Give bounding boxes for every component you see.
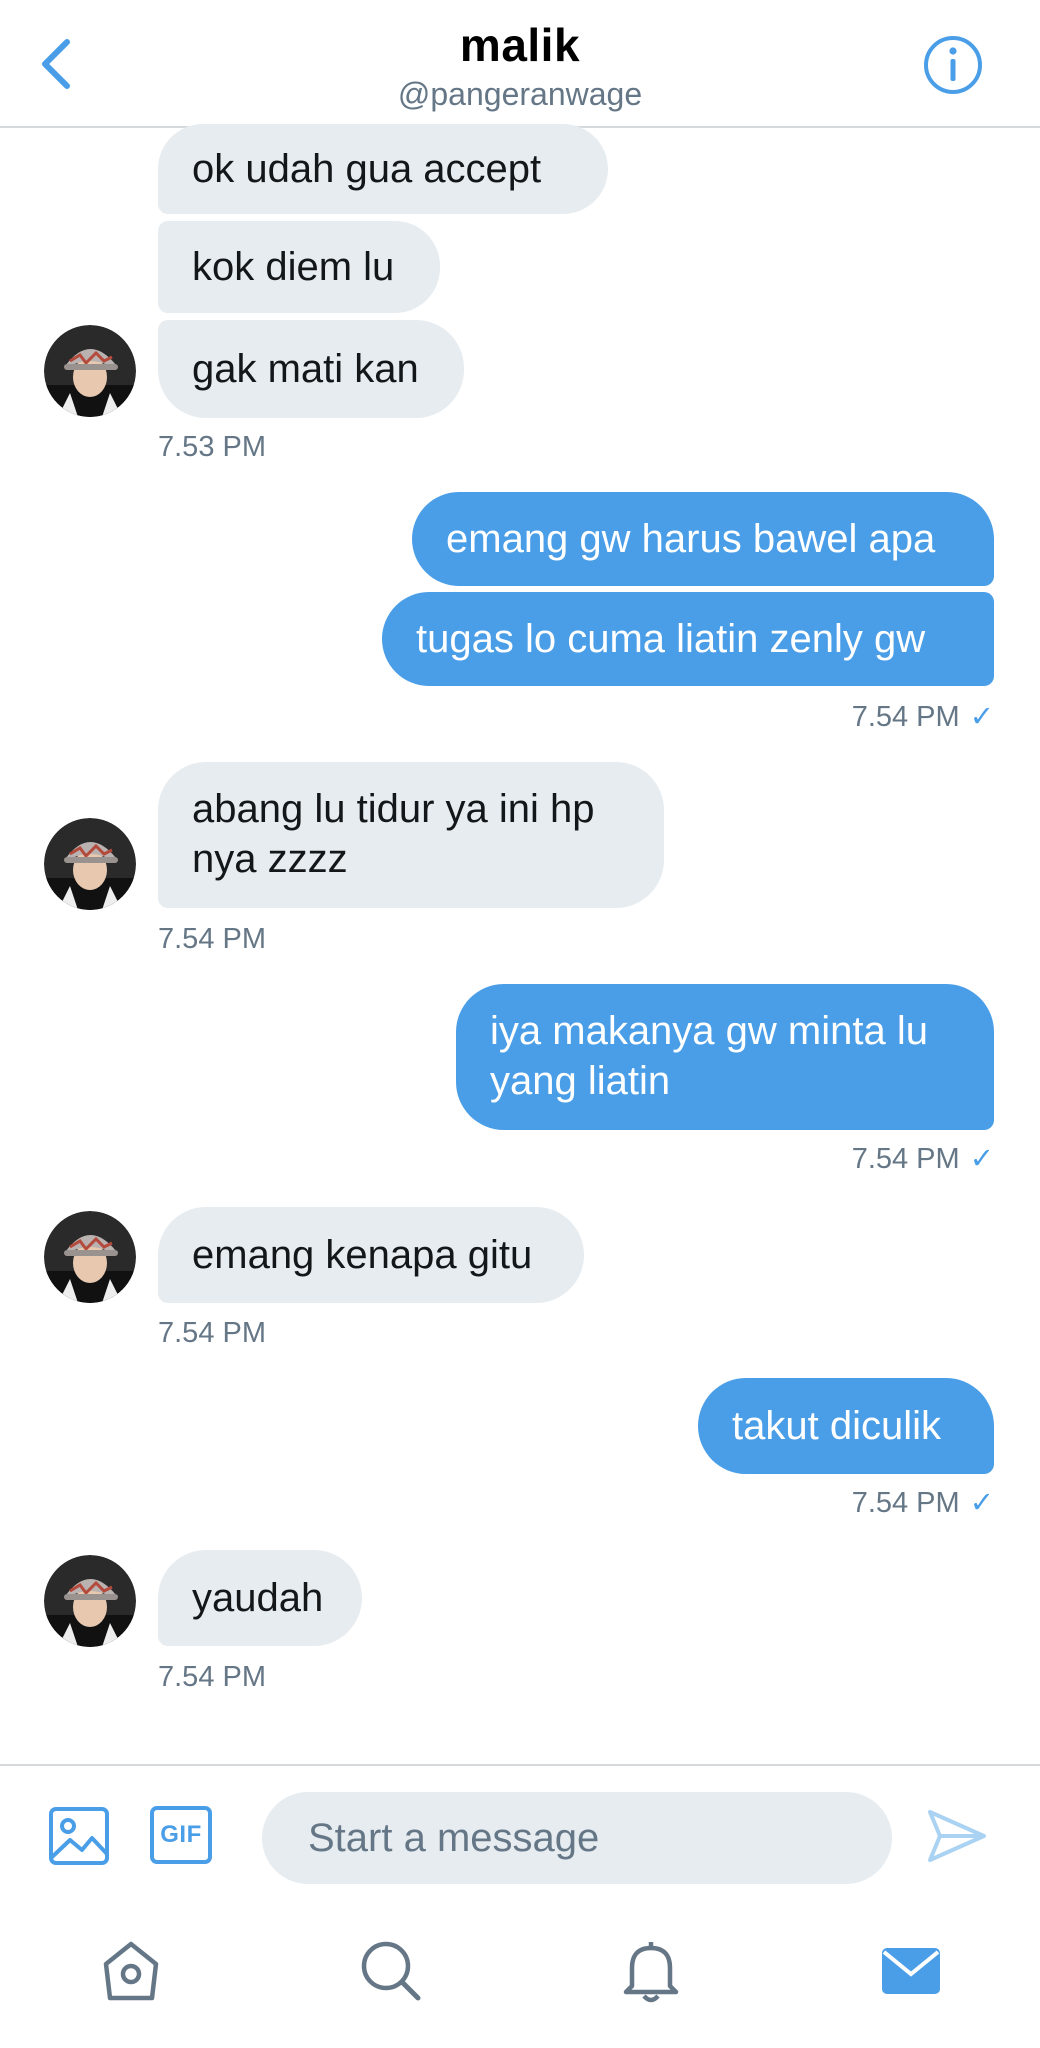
message-timestamp: 7.54 PM ✓	[851, 701, 994, 733]
send-icon[interactable]	[926, 1808, 988, 1864]
message-bubble-incoming[interactable]: kok diem lu	[158, 221, 440, 313]
message-bubble-outgoing[interactable]: emang gw harus bawel apa	[412, 492, 994, 586]
message-text: emang gw harus bawel apa	[446, 517, 936, 561]
message-timestamp: 7.54 PM	[158, 923, 266, 955]
message-bubble-incoming[interactable]: yaudah	[158, 1550, 362, 1646]
bottom-tab-bar	[0, 1900, 1040, 2048]
conversation-title-block[interactable]: malik @pangeranwage	[0, 18, 1040, 114]
message-bubble-incoming[interactable]: abang lu tidur ya ini hp nya zzzz	[158, 762, 664, 908]
message-text-line: nya zzzz	[192, 837, 348, 881]
message-text: kok diem lu	[192, 245, 395, 289]
message-timestamp: 7.54 PM	[158, 1317, 266, 1349]
info-icon[interactable]	[922, 34, 984, 96]
message-bubble-outgoing[interactable]: iya makanya gw minta lu yang liatin	[456, 984, 994, 1130]
sent-check-icon: ✓	[969, 1487, 994, 1519]
message-timestamp: 7.54 PM ✓	[851, 1487, 994, 1519]
message-bubble-incoming[interactable]: gak mati kan	[158, 320, 464, 418]
message-timestamp: 7.53 PM	[158, 431, 266, 463]
message-bubble-outgoing[interactable]: tugas lo cuma liatin zenly gw	[382, 592, 994, 686]
message-text-line: iya makanya gw minta lu	[490, 1009, 928, 1053]
avatar-image	[44, 818, 136, 910]
image-icon[interactable]	[48, 1806, 110, 1866]
avatar[interactable]	[44, 818, 136, 910]
message-text: gak mati kan	[192, 347, 419, 391]
gif-button[interactable]: GIF	[150, 1806, 212, 1864]
avatar[interactable]	[44, 325, 136, 417]
message-timestamp: 7.54 PM	[158, 1661, 266, 1693]
conversation-header: malik @pangeranwage	[0, 0, 1040, 128]
message-text: ok udah gua accept	[192, 147, 542, 191]
conversation-title: malik	[459, 19, 581, 71]
message-bubble-outgoing[interactable]: takut diculik	[698, 1378, 994, 1474]
message-timestamp: 7.54 PM ✓	[851, 1143, 994, 1175]
avatar-image	[44, 325, 136, 417]
message-text: emang kenapa gitu	[192, 1233, 533, 1277]
sent-check-icon: ✓	[969, 1143, 994, 1175]
conversation-handle: @pangeranwage	[397, 76, 643, 112]
message-input[interactable]: Start a message	[262, 1792, 892, 1884]
message-text-line: yang liatin	[490, 1059, 671, 1103]
message-text: yaudah	[192, 1576, 324, 1620]
avatar[interactable]	[44, 1555, 136, 1647]
home-icon[interactable]	[96, 1936, 166, 2006]
search-icon[interactable]	[356, 1936, 426, 2006]
mail-icon[interactable]	[876, 1936, 946, 2006]
avatar[interactable]	[44, 1211, 136, 1303]
avatar-image	[44, 1555, 136, 1647]
message-text: takut diculik	[732, 1404, 941, 1448]
message-text: tugas lo cuma liatin zenly gw	[416, 617, 926, 661]
message-bubble-incoming[interactable]: ok udah gua accept	[158, 124, 608, 214]
message-bubble-incoming[interactable]: emang kenapa gitu	[158, 1207, 584, 1303]
message-composer: GIF Start a message	[0, 1764, 1040, 1902]
message-text-line: abang lu tidur ya ini hp	[192, 787, 595, 831]
gif-label: GIF	[160, 1821, 202, 1848]
bell-icon[interactable]	[616, 1936, 686, 2006]
sent-check-icon: ✓	[969, 701, 994, 733]
message-input-placeholder: Start a message	[308, 1816, 600, 1860]
avatar-image	[44, 1211, 136, 1303]
